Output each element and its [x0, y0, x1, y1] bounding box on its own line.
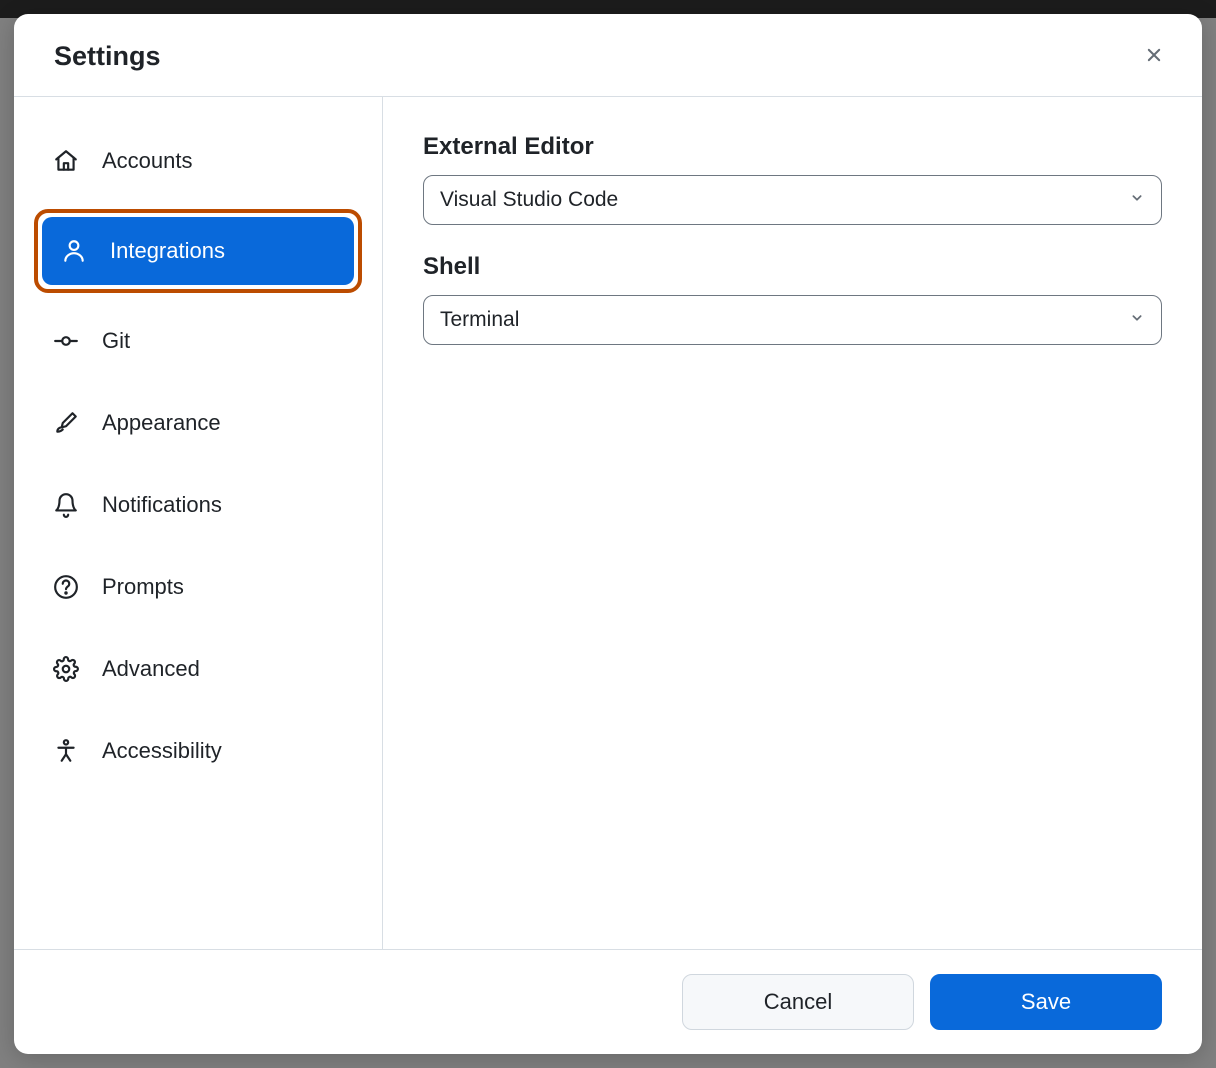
sidebar-item-label: Git: [102, 328, 130, 354]
accessibility-icon: [52, 737, 80, 765]
cancel-button[interactable]: Cancel: [682, 974, 914, 1030]
question-icon: [52, 573, 80, 601]
sidebar-item-appearance[interactable]: Appearance: [34, 389, 362, 457]
person-icon: [60, 237, 88, 265]
save-button[interactable]: Save: [930, 974, 1162, 1030]
sidebar-item-label: Appearance: [102, 410, 221, 436]
paintbrush-icon: [52, 409, 80, 437]
sidebar-item-label: Prompts: [102, 574, 184, 600]
shell-field: Shell Terminal: [423, 253, 1162, 345]
shell-select[interactable]: Terminal: [423, 295, 1162, 345]
sidebar-item-label: Notifications: [102, 492, 222, 518]
modal-title: Settings: [54, 41, 161, 72]
home-icon: [52, 147, 80, 175]
git-commit-icon: [52, 327, 80, 355]
external-editor-label: External Editor: [423, 133, 1162, 161]
sidebar-item-label: Integrations: [110, 238, 225, 264]
sidebar-item-advanced[interactable]: Advanced: [34, 635, 362, 703]
modal-header: Settings: [14, 14, 1202, 97]
sidebar-item-git[interactable]: Git: [34, 307, 362, 375]
sidebar-item-integrations[interactable]: Integrations: [42, 217, 354, 285]
shell-label: Shell: [423, 253, 1162, 281]
modal-footer: Cancel Save: [14, 949, 1202, 1054]
sidebar-item-notifications[interactable]: Notifications: [34, 471, 362, 539]
external-editor-field: External Editor Visual Studio Code: [423, 133, 1162, 225]
sidebar-item-label: Accessibility: [102, 738, 222, 764]
close-icon: [1143, 44, 1165, 69]
sidebar-item-label: Accounts: [102, 148, 193, 174]
modal-body: Accounts Integrations Git: [14, 97, 1202, 949]
settings-modal: Settings Accounts Integrations: [14, 14, 1202, 1054]
sidebar-highlight: Integrations: [34, 209, 362, 293]
gear-icon: [52, 655, 80, 683]
sidebar: Accounts Integrations Git: [14, 97, 383, 949]
bell-icon: [52, 491, 80, 519]
sidebar-item-label: Advanced: [102, 656, 200, 682]
external-editor-select[interactable]: Visual Studio Code: [423, 175, 1162, 225]
sidebar-item-accessibility[interactable]: Accessibility: [34, 717, 362, 785]
sidebar-item-accounts[interactable]: Accounts: [34, 127, 362, 195]
content-panel: External Editor Visual Studio Code Shell…: [383, 97, 1202, 949]
sidebar-item-prompts[interactable]: Prompts: [34, 553, 362, 621]
close-button[interactable]: [1138, 40, 1170, 72]
